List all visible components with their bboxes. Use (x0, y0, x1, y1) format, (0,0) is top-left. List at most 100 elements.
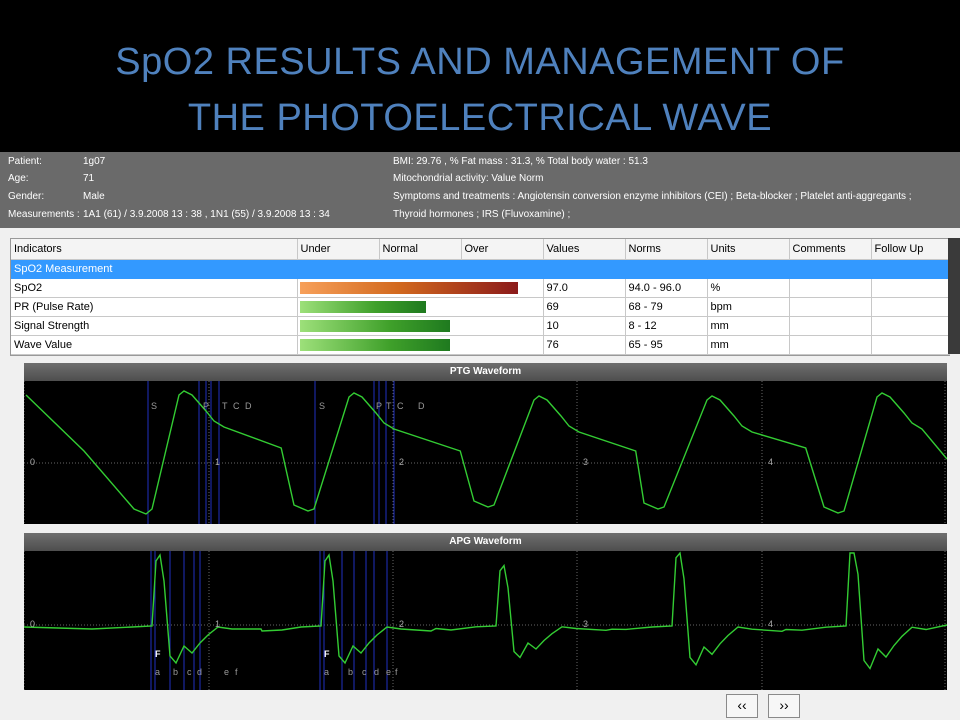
ptg-marker-label: C (397, 401, 404, 411)
apg-waveform-panel: APG Waveform 0 1 2 3 4 F F a b c d e f a… (24, 533, 947, 690)
indicator-norm: 8 - 12 (625, 316, 708, 336)
level-bar (299, 339, 450, 351)
ptg-marker-label: D (245, 401, 252, 411)
ptg-marker-label: T (222, 401, 228, 411)
apg-point-label: b (348, 667, 353, 677)
apg-tick-1: 1 (215, 619, 220, 629)
measurements-value: 1A1 (61) / 3.9.2008 13 : 38 , 1N1 (55) /… (83, 209, 330, 220)
gender-value: Male (83, 191, 105, 202)
indicator-unit: bpm (707, 297, 790, 317)
thyroid-text: Thyroid hormones ; IRS (Fluvoxamine) ; (393, 209, 571, 220)
col-header-units[interactable]: Units (707, 239, 790, 260)
apg-point-label: e (224, 667, 229, 677)
ptg-marker-label: P (376, 401, 382, 411)
level-bar (299, 282, 518, 294)
indicator-value: 10 (543, 316, 626, 336)
col-header-normal[interactable]: Normal (379, 239, 462, 260)
patient-info-panel: Patient: 1g07 Age: 71 Gender: Male Measurem… (0, 152, 960, 228)
measurements-label: Measurements : (8, 209, 80, 220)
indicator-norm: 94.0 - 96.0 (625, 278, 708, 298)
symptoms-text: Symptoms and treatments : Angiotensin co… (393, 191, 912, 202)
indicator-name: Wave Value (11, 335, 298, 355)
patient-value: 1g07 (83, 156, 106, 167)
follow-up-cell[interactable] (871, 335, 950, 355)
slide-title-line1: SpO2 RESULTS AND MANAGEMENT OF (115, 41, 845, 83)
next-page-button[interactable]: ›› (768, 694, 800, 718)
bmi-text: BMI: 29.76 , % Fat mass : 31.3, % Total … (393, 156, 648, 167)
slide-title: SpO2 RESULTS AND MANAGEMENT OF THE PHOTO… (0, 0, 960, 150)
table-scrollbar[interactable] (948, 238, 960, 354)
table-group-row[interactable]: SpO2 Measurement (11, 259, 950, 279)
age-label: Age: (8, 173, 29, 184)
table-row[interactable]: Wave Value 76 65 - 95 mm (11, 335, 950, 355)
group-label: SpO2 Measurement (11, 259, 298, 279)
ptg-tick-0: 0 (30, 457, 35, 467)
ptg-tick-4: 4 (768, 457, 773, 467)
apg-point-label: f (395, 667, 398, 677)
ptg-tick-3: 3 (583, 457, 588, 467)
table-row[interactable]: Signal Strength 10 8 - 12 mm (11, 316, 950, 336)
comments-cell[interactable] (789, 335, 872, 355)
col-header-under[interactable]: Under (297, 239, 380, 260)
table-row[interactable]: PR (Pulse Rate) 69 68 - 79 bpm (11, 297, 950, 317)
apg-tick-3: 3 (583, 619, 588, 629)
level-bar (299, 301, 426, 313)
indicator-value: 97.0 (543, 278, 626, 298)
apg-waveform-title: APG Waveform (24, 533, 947, 551)
col-header-values[interactable]: Values (543, 239, 626, 260)
apg-point-label: d (374, 667, 379, 677)
comments-cell[interactable] (789, 316, 872, 336)
ptg-marker-label: T (386, 401, 392, 411)
apg-tick-0: 0 (30, 619, 35, 629)
ptg-waveform-title: PTG Waveform (24, 363, 947, 381)
apg-point-label: e (386, 667, 391, 677)
app-window: Patient: 1g07 Age: 71 Gender: Male Measurem… (0, 152, 960, 720)
apg-tick-4: 4 (768, 619, 773, 629)
col-header-comments[interactable]: Comments (789, 239, 872, 260)
apg-point-label: b (173, 667, 178, 677)
ptg-marker-label: P (203, 401, 209, 411)
apg-f-label: F (324, 649, 330, 659)
slide-title-line2: THE PHOTOELECTRICAL WAVE (187, 97, 773, 139)
apg-point-label: d (197, 667, 202, 677)
indicator-norm: 65 - 95 (625, 335, 708, 355)
indicator-unit: % (707, 278, 790, 298)
ptg-waveform-plot: 0 1 2 3 4 S P T C D S P T C D (24, 381, 947, 524)
apg-wave-line (24, 551, 947, 670)
indicator-unit: mm (707, 316, 790, 336)
ptg-marker-label: S (319, 401, 325, 411)
apg-point-label: a (324, 667, 329, 677)
comments-cell[interactable] (789, 278, 872, 298)
comments-cell[interactable] (789, 297, 872, 317)
ptg-tick-1: 1 (215, 457, 220, 467)
ptg-marker-label: S (151, 401, 157, 411)
age-value: 71 (83, 173, 95, 184)
col-header-norms[interactable]: Norms (625, 239, 708, 260)
indicator-norm: 68 - 79 (625, 297, 708, 317)
apg-point-label: a (155, 667, 160, 677)
indicators-table: Indicators Under Normal Over Values Norm… (10, 238, 950, 356)
indicator-name: Signal Strength (11, 316, 298, 336)
follow-up-cell[interactable] (871, 278, 950, 298)
previous-page-button[interactable]: ‹‹ (726, 694, 758, 718)
follow-up-cell[interactable] (871, 316, 950, 336)
patient-label: Patient: (8, 156, 42, 167)
indicator-name: SpO2 (11, 278, 298, 298)
apg-waveform-plot: 0 1 2 3 4 F F a b c d e f a b c d e f (24, 551, 947, 690)
indicator-unit: mm (707, 335, 790, 355)
indicator-name: PR (Pulse Rate) (11, 297, 298, 317)
mitochondrial-text: Mitochondrial activity: Value Norm (393, 173, 544, 184)
apg-point-label: c (362, 667, 367, 677)
indicator-value: 76 (543, 335, 626, 355)
col-header-follow-up[interactable]: Follow Up (871, 239, 950, 260)
ptg-marker-label: D (418, 401, 425, 411)
ptg-tick-2: 2 (399, 457, 404, 467)
col-header-over[interactable]: Over (461, 239, 544, 260)
table-row[interactable]: SpO2 97.0 94.0 - 96.0 % (11, 278, 950, 298)
apg-tick-2: 2 (399, 619, 404, 629)
col-header-indicators[interactable]: Indicators (11, 239, 298, 260)
ptg-wave-line (25, 390, 947, 515)
apg-point-label: c (187, 667, 192, 677)
ptg-marker-label: C (233, 401, 240, 411)
follow-up-cell[interactable] (871, 297, 950, 317)
